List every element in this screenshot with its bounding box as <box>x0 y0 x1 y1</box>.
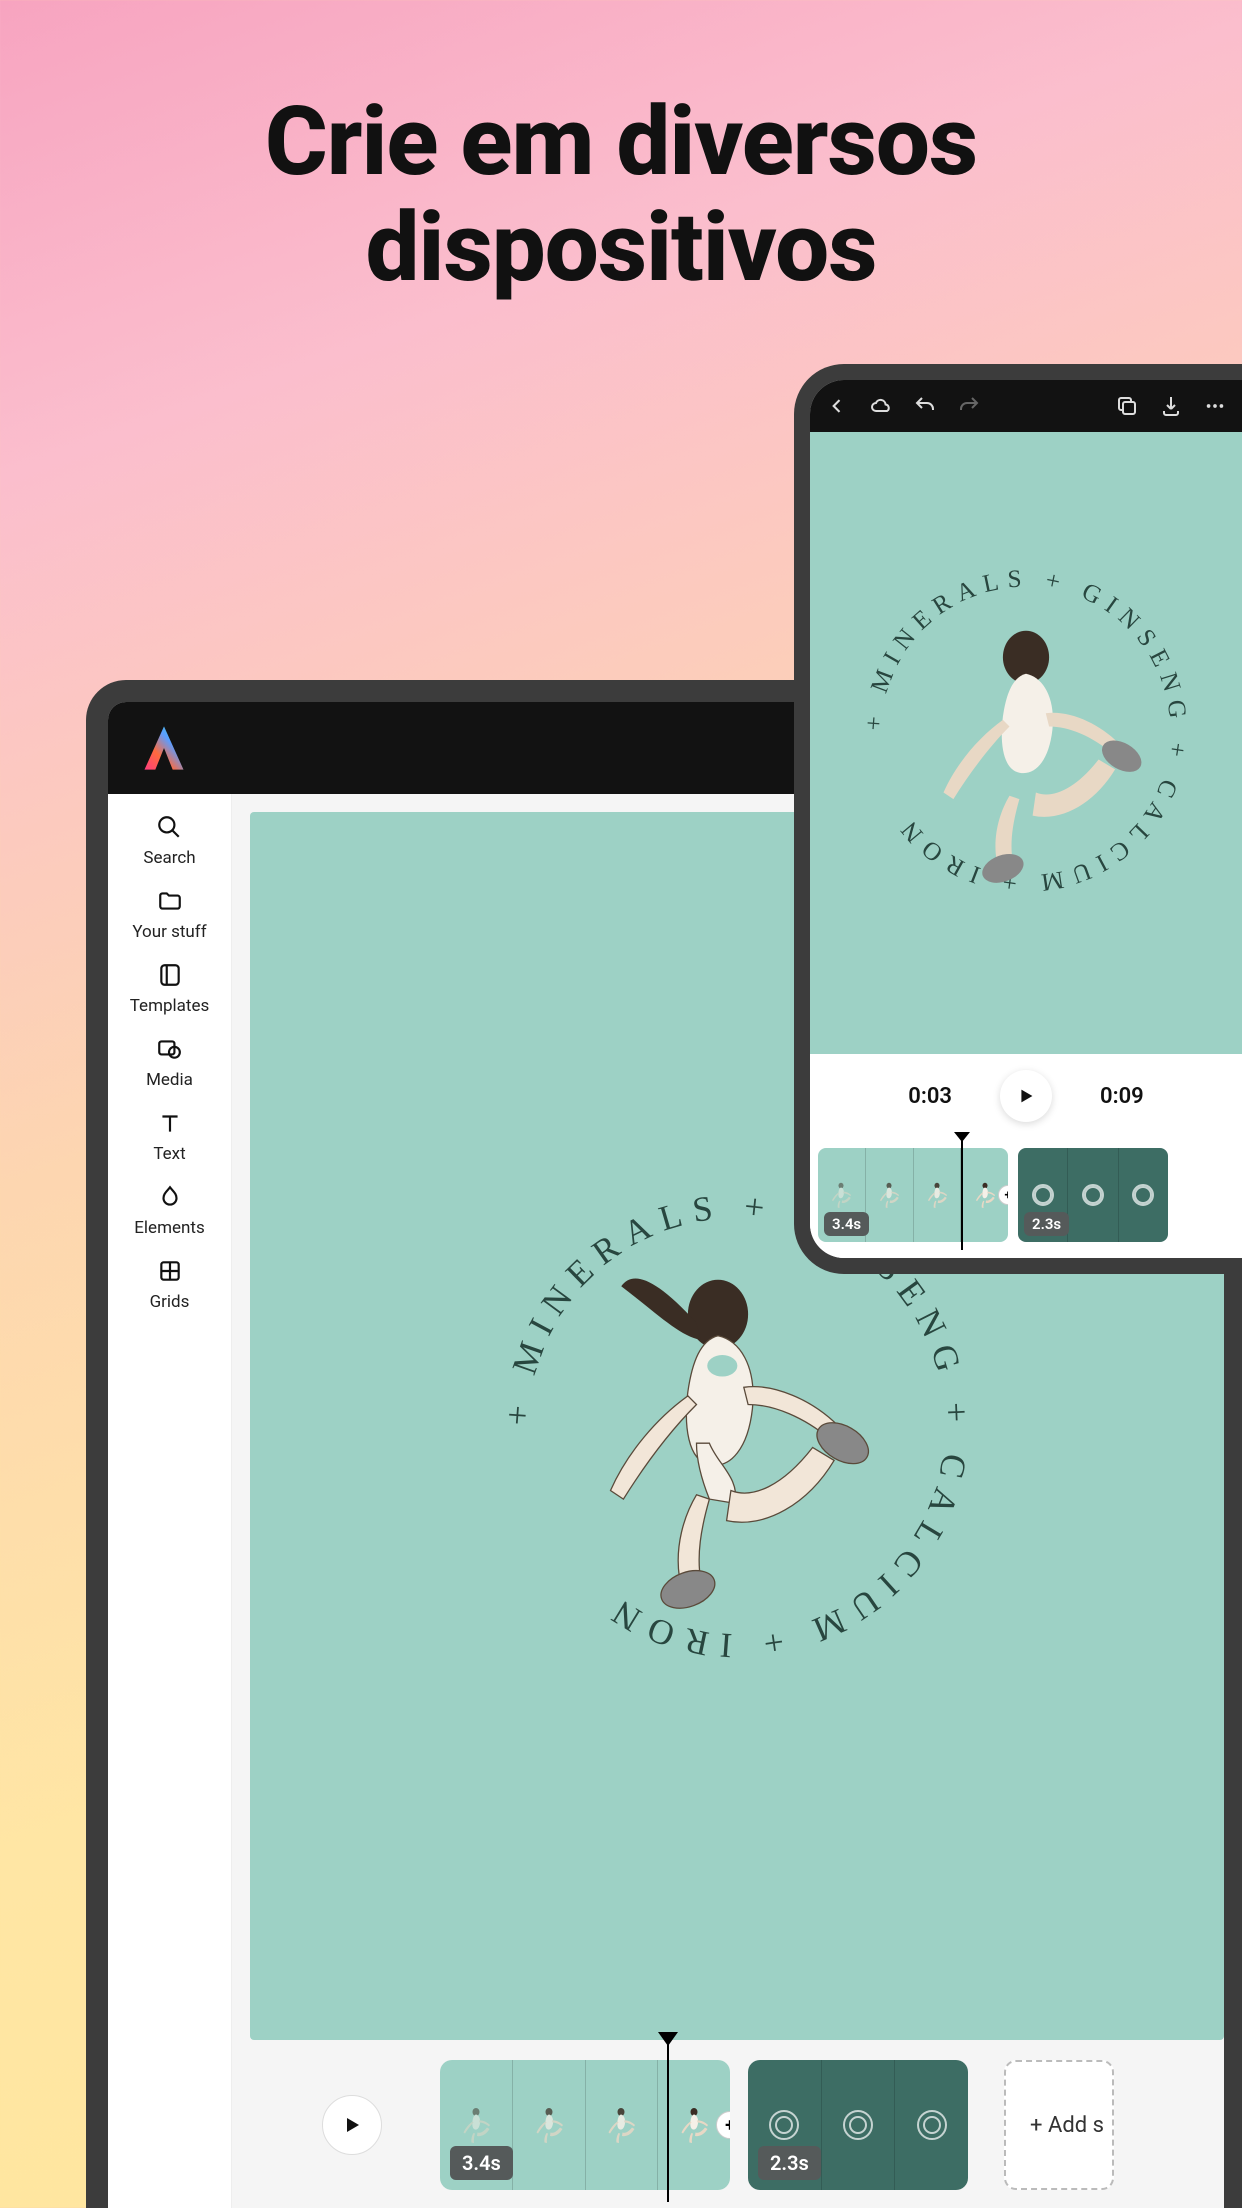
clip-duration-badge: 2.3s <box>1024 1212 1069 1236</box>
phone-timeline: 3.4s + 2.3s <box>810 1138 1242 1258</box>
sidebar-item-templates[interactable]: Templates <box>130 960 210 1016</box>
sidebar-item-search[interactable]: Search <box>143 812 195 868</box>
timeline-clip-2[interactable]: 2.3s <box>1018 1148 1168 1242</box>
phone-playback-bar: 0:03 0:09 <box>810 1054 1242 1138</box>
hero-line2: dispositivos <box>366 192 877 304</box>
folder-icon <box>155 886 185 916</box>
media-icon <box>154 1034 184 1064</box>
phone-toolbar <box>810 380 1242 432</box>
sidebar-item-label: Media <box>146 1070 193 1090</box>
sidebar-item-text[interactable]: Text <box>153 1108 185 1164</box>
elements-icon <box>155 1182 185 1212</box>
sidebar-item-elements[interactable]: Elements <box>134 1182 204 1238</box>
sidebar-item-media[interactable]: Media <box>146 1034 193 1090</box>
sidebar-item-label: Templates <box>130 996 210 1016</box>
dancer-figure-icon <box>503 1211 933 1641</box>
sidebar-item-grids[interactable]: Grids <box>150 1256 190 1312</box>
redo-icon[interactable] <box>956 393 982 419</box>
duplicate-icon[interactable] <box>1114 393 1140 419</box>
cloud-icon[interactable] <box>868 393 894 419</box>
hero-line1: Crie em diversos <box>265 86 977 198</box>
back-icon[interactable] <box>824 393 850 419</box>
timeline-clip-1[interactable]: 3.4s + <box>440 2060 730 2190</box>
timeline-clip-2[interactable]: 2.3s <box>748 2060 968 2190</box>
sidebar-item-yourstuff[interactable]: Your stuff <box>132 886 206 942</box>
total-time: 0:09 <box>1100 1084 1144 1109</box>
add-scene-button[interactable]: + Add s <box>1004 2060 1114 2190</box>
hero-title: Crie em diversos dispositivos <box>0 90 1242 301</box>
undo-icon[interactable] <box>912 393 938 419</box>
dancer-figure-icon <box>861 578 1191 908</box>
phone-canvas[interactable]: + MINERALS + GINSENG + CALCIUM + IRON <box>810 432 1242 1054</box>
clip-duration-badge: 3.4s <box>824 1212 869 1236</box>
adobe-express-logo-icon <box>138 722 190 774</box>
playhead[interactable] <box>961 1140 963 1250</box>
play-button[interactable] <box>322 2095 382 2155</box>
sidebar-item-label: Text <box>153 1144 185 1164</box>
sidebar-item-label: Elements <box>134 1218 204 1238</box>
sidebar-item-label: Grids <box>150 1292 190 1312</box>
sidebar-item-label: Search <box>143 848 195 868</box>
current-time: 0:03 <box>908 1084 952 1109</box>
more-icon[interactable] <box>1202 393 1228 419</box>
search-icon <box>154 812 184 842</box>
clip-duration-badge: 3.4s <box>450 2146 513 2180</box>
playhead[interactable] <box>667 2042 669 2202</box>
download-icon[interactable] <box>1158 393 1184 419</box>
phone-device: + MINERALS + GINSENG + CALCIUM + IRON 0:… <box>794 364 1242 1274</box>
templates-icon <box>155 960 185 990</box>
grids-icon <box>155 1256 185 1286</box>
editor-sidebar: Search Your stuff Templates <box>108 794 232 2208</box>
clip-duration-badge: 2.3s <box>758 2146 821 2180</box>
timeline-clip-1[interactable]: 3.4s + <box>818 1148 1008 1242</box>
sidebar-item-label: Your stuff <box>132 922 206 942</box>
laptop-timeline: 3.4s + 2.3s + Add s <box>232 2040 1224 2208</box>
text-icon <box>155 1108 185 1138</box>
play-button[interactable] <box>1000 1070 1052 1122</box>
add-scene-label: + Add s <box>1030 2113 1104 2138</box>
